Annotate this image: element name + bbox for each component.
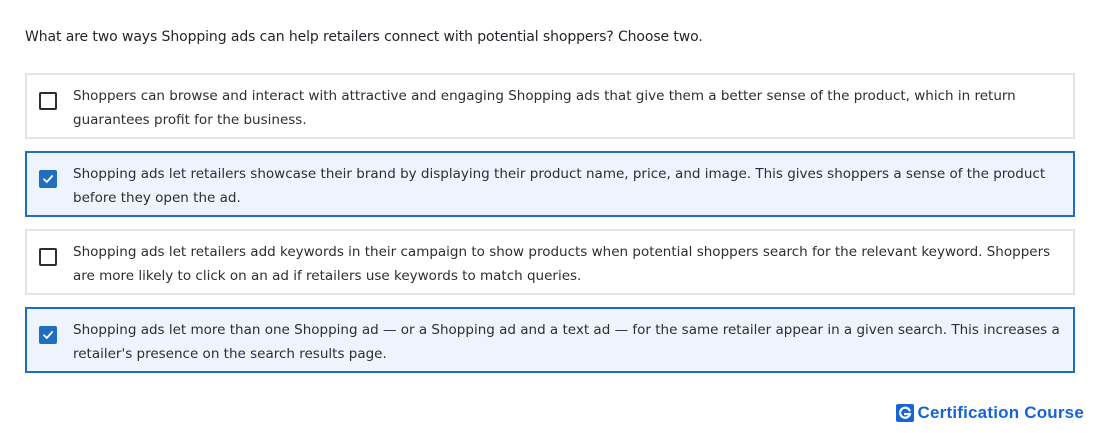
- answer-option-2[interactable]: Shopping ads let retailers showcase thei…: [25, 151, 1075, 217]
- answer-option-3[interactable]: Shopping ads let retailers add keywords …: [25, 229, 1075, 295]
- checkbox-3[interactable]: [39, 248, 57, 266]
- checkbox-4[interactable]: [39, 326, 57, 344]
- question-text: What are two ways Shopping ads can help …: [25, 29, 703, 45]
- answer-option-4[interactable]: Shopping ads let more than one Shopping …: [25, 307, 1075, 373]
- brand-label: Certification Course: [917, 403, 1084, 422]
- answer-option-text: Shopping ads let more than one Shopping …: [73, 322, 1060, 362]
- quiz-page: What are two ways Shopping ads can help …: [0, 0, 1100, 433]
- answer-option-1[interactable]: Shoppers can browse and interact with at…: [25, 73, 1075, 139]
- brand-logo-lockup: Certification Course: [895, 403, 1084, 423]
- answer-options: Shoppers can browse and interact with at…: [25, 73, 1075, 385]
- checkbox-2[interactable]: [39, 170, 57, 188]
- checkmark-icon: [43, 331, 54, 339]
- answer-option-text: Shoppers can browse and interact with at…: [73, 88, 1016, 128]
- answer-option-text: Shopping ads let retailers add keywords …: [73, 244, 1051, 284]
- g-logo-icon: [895, 404, 914, 422]
- answer-option-text: Shopping ads let retailers showcase thei…: [73, 166, 1046, 206]
- checkmark-icon: [43, 175, 54, 183]
- checkbox-1[interactable]: [39, 92, 57, 110]
